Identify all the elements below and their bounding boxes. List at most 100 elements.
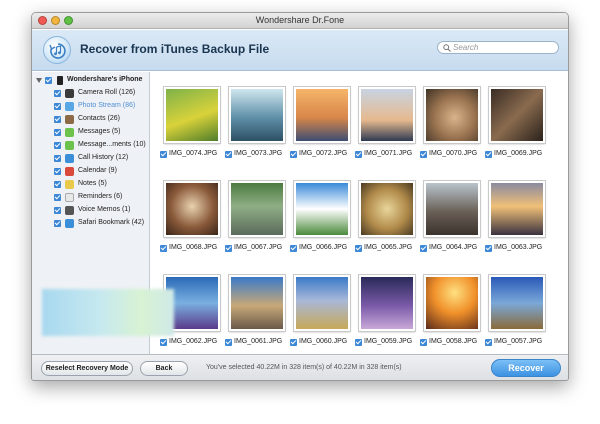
photo-label: IMG_0064.JPG [420, 244, 490, 254]
photo-label: IMG_0068.JPG [160, 244, 230, 254]
sidebar-item[interactable]: Photo Stream (86) [32, 100, 150, 113]
photo-checkbox[interactable] [420, 339, 427, 346]
photo-thumbnail[interactable] [229, 87, 285, 143]
photo-label: IMG_0062.JPG [160, 338, 230, 348]
photo-checkbox[interactable] [160, 151, 167, 158]
photo-label: IMG_0074.JPG [160, 150, 230, 160]
sidebar-item[interactable]: Calendar (9) [32, 165, 150, 178]
photo-checkbox[interactable] [355, 339, 362, 346]
sidebar-item[interactable]: Contacts (26) [32, 113, 150, 126]
photo-filename: IMG_0066.JPG [299, 244, 348, 251]
calendar-icon [65, 167, 74, 176]
photo-thumbnail[interactable] [229, 181, 285, 237]
photo-filename: IMG_0064.JPG [429, 244, 478, 251]
photo-checkbox[interactable] [160, 245, 167, 252]
sidebar-item-checkbox[interactable] [54, 129, 61, 136]
sidebar-item-checkbox[interactable] [54, 90, 61, 97]
photo-thumbnail[interactable] [424, 181, 480, 237]
app-window: Wondershare Dr.Fone Recover from iTunes … [31, 12, 569, 381]
photo-thumbnail[interactable] [294, 275, 350, 331]
recover-button[interactable]: Recover [491, 359, 561, 377]
sidebar-item[interactable]: Call History (12) [32, 152, 150, 165]
sidebar-item-checkbox[interactable] [54, 168, 61, 175]
cloud-icon [65, 102, 74, 111]
sidebar-item-checkbox[interactable] [54, 207, 61, 214]
photo-label: IMG_0057.JPG [485, 338, 555, 348]
photo-thumbnail[interactable] [424, 275, 480, 331]
sidebar-root-device[interactable]: Wondershare's iPhone [32, 74, 150, 87]
photo-thumbnail[interactable] [359, 87, 415, 143]
photo-thumbnail[interactable] [294, 181, 350, 237]
photo-filename: IMG_0061.JPG [234, 338, 283, 345]
phone-icon [65, 154, 74, 163]
photo-label: IMG_0059.JPG [355, 338, 425, 348]
photo-checkbox[interactable] [225, 339, 232, 346]
sidebar-item[interactable]: Notes (5) [32, 178, 150, 191]
photo-thumbnail[interactable] [489, 275, 545, 331]
photo-thumbnail[interactable] [294, 87, 350, 143]
photo-filename: IMG_0073.JPG [234, 150, 283, 157]
blurred-overlay [42, 289, 174, 336]
photo-label: IMG_0067.JPG [225, 244, 295, 254]
sidebar-item-checkbox[interactable] [54, 194, 61, 201]
search-input[interactable]: Search [437, 41, 559, 54]
photo-filename: IMG_0069.JPG [494, 150, 543, 157]
reminders-icon [65, 193, 74, 202]
photo-thumbnail[interactable] [164, 87, 220, 143]
photo-label: IMG_0063.JPG [485, 244, 555, 254]
photo-checkbox[interactable] [290, 339, 297, 346]
photo-thumbnail[interactable] [359, 181, 415, 237]
photo-checkbox[interactable] [225, 245, 232, 252]
sidebar-item-checkbox[interactable] [54, 103, 61, 110]
sidebar-item[interactable]: Voice Memos (1) [32, 204, 150, 217]
sidebar-item-label: Camera Roll (126) [78, 89, 136, 96]
camera-icon [65, 89, 74, 98]
sidebar-item[interactable]: Messages (5) [32, 126, 150, 139]
photo-checkbox[interactable] [485, 339, 492, 346]
photo-label: IMG_0066.JPG [290, 244, 360, 254]
disclosure-triangle-icon[interactable] [36, 78, 42, 83]
photo-thumbnail[interactable] [424, 87, 480, 143]
photo-thumbnail[interactable] [164, 181, 220, 237]
microphone-icon [65, 206, 74, 215]
photo-filename: IMG_0060.JPG [299, 338, 348, 345]
photo-thumbnail[interactable] [489, 181, 545, 237]
back-button[interactable]: Back [140, 361, 188, 376]
search-placeholder: Search [453, 43, 479, 52]
device-checkbox[interactable] [45, 77, 52, 84]
photo-thumbnail[interactable] [489, 87, 545, 143]
sidebar-item-checkbox[interactable] [54, 155, 61, 162]
photo-thumbnail[interactable] [229, 275, 285, 331]
photo-label: IMG_0072.JPG [290, 150, 360, 160]
sidebar-item[interactable]: Camera Roll (126) [32, 87, 150, 100]
contacts-icon [65, 115, 74, 124]
sidebar-item-checkbox[interactable] [54, 142, 61, 149]
photo-checkbox[interactable] [290, 151, 297, 158]
sidebar-item[interactable]: Message...ments (10) [32, 139, 150, 152]
photo-checkbox[interactable] [485, 151, 492, 158]
sidebar-item-checkbox[interactable] [54, 181, 61, 188]
sidebar-item-checkbox[interactable] [54, 220, 61, 227]
photo-checkbox[interactable] [225, 151, 232, 158]
photo-filename: IMG_0072.JPG [299, 150, 348, 157]
photo-checkbox[interactable] [485, 245, 492, 252]
attachment-icon [65, 141, 74, 150]
photo-checkbox[interactable] [290, 245, 297, 252]
photo-thumbnail[interactable] [359, 275, 415, 331]
photo-checkbox[interactable] [420, 151, 427, 158]
sidebar-item[interactable]: Reminders (6) [32, 191, 150, 204]
photo-checkbox[interactable] [355, 151, 362, 158]
sidebar-item[interactable]: Safari Bookmark (42) [32, 217, 150, 230]
photo-label: IMG_0065.JPG [355, 244, 425, 254]
photo-checkbox[interactable] [160, 339, 167, 346]
sidebar-item-label: Safari Bookmark (42) [78, 219, 145, 226]
photo-checkbox[interactable] [355, 245, 362, 252]
sidebar-item-label: Photo Stream (86) [78, 102, 136, 109]
reselect-recovery-mode-button[interactable]: Reselect Recovery Mode [41, 361, 133, 376]
photo-checkbox[interactable] [420, 245, 427, 252]
sidebar-item-checkbox[interactable] [54, 116, 61, 123]
photo-filename: IMG_0068.JPG [169, 244, 218, 251]
photo-label: IMG_0058.JPG [420, 338, 490, 348]
device-name: Wondershare's iPhone [67, 76, 143, 83]
sidebar-item-label: Voice Memos (1) [78, 206, 131, 213]
